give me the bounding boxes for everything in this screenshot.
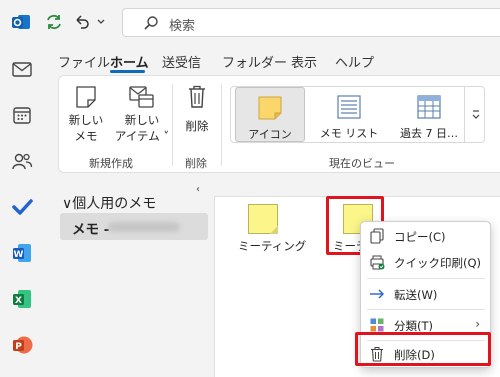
view-note-list-option[interactable]: メモ リスト bbox=[311, 87, 387, 142]
grid-view-icon bbox=[417, 95, 441, 119]
new-note-label-1: 新しい bbox=[68, 113, 104, 127]
search-placeholder: 検索 bbox=[169, 19, 196, 34]
tab-view[interactable]: 表示 bbox=[291, 52, 317, 71]
todo-icon[interactable] bbox=[11, 196, 33, 218]
categorize-icon bbox=[370, 318, 384, 332]
menu-item-label: コピー(C) bbox=[394, 230, 446, 244]
chevron-down-icon[interactable] bbox=[96, 17, 106, 27]
menu-separator bbox=[367, 278, 485, 279]
tab-file[interactable]: ファイル bbox=[58, 52, 110, 71]
highlight-delete bbox=[355, 332, 491, 366]
tab-folder[interactable]: フォルダー bbox=[222, 52, 287, 71]
delete-label: 削除 bbox=[185, 119, 209, 133]
outlook-logo-icon[interactable] bbox=[11, 12, 31, 32]
new-note-icon bbox=[76, 86, 96, 108]
svg-text:W: W bbox=[14, 250, 24, 260]
view-note-list-label: メモ リスト bbox=[319, 127, 379, 140]
powerpoint-icon[interactable]: P bbox=[11, 334, 33, 356]
sticky-note-icon bbox=[258, 96, 282, 120]
expand-gallery-icon bbox=[472, 109, 479, 119]
menu-item-label: クイック印刷(Q) bbox=[394, 256, 482, 270]
forward-arrow-icon bbox=[370, 289, 384, 299]
group-current-view-label: 現在のビュー bbox=[329, 157, 395, 170]
view-icon-option[interactable]: アイコン bbox=[235, 87, 305, 142]
undo-icon[interactable] bbox=[72, 12, 92, 32]
svg-text:X: X bbox=[15, 296, 22, 306]
tab-help[interactable]: ヘルプ bbox=[335, 52, 374, 71]
svg-text:P: P bbox=[15, 342, 22, 352]
folder-notes-label: メモ - bbox=[72, 222, 110, 238]
new-note-button[interactable]: 新しい メモ bbox=[65, 82, 107, 148]
list-view-icon bbox=[337, 95, 361, 119]
group-new-label: 新規作成 bbox=[89, 157, 133, 170]
delete-button[interactable]: 削除 bbox=[178, 82, 216, 142]
chevron-right-icon: › bbox=[475, 317, 480, 331]
menu-item-forward[interactable]: 転送(W) bbox=[361, 281, 490, 307]
search-icon bbox=[144, 16, 158, 30]
copy-icon bbox=[370, 228, 384, 244]
active-tab-indicator bbox=[110, 70, 145, 73]
view-gallery: アイコン メモ リスト 過去 7 日… bbox=[230, 86, 485, 143]
sync-icon[interactable] bbox=[44, 12, 64, 32]
excel-icon[interactable]: X bbox=[11, 288, 33, 310]
new-item-label-1: 新しい bbox=[124, 113, 160, 127]
ribbon-divider bbox=[172, 84, 173, 166]
menu-separator bbox=[367, 309, 485, 310]
collapse-pane-button[interactable]: ‹ bbox=[196, 184, 200, 195]
new-item-button[interactable]: 新しい アイテム ˅ bbox=[113, 82, 171, 148]
view-last-7-days-option[interactable]: 過去 7 日… bbox=[391, 87, 467, 142]
trash-icon bbox=[189, 85, 205, 108]
app-bar: W X P bbox=[0, 44, 44, 377]
quick-print-icon bbox=[370, 255, 385, 270]
note-item-label[interactable]: ミーティング bbox=[238, 238, 306, 254]
my-notes-header[interactable]: ∨個人用のメモ bbox=[62, 193, 156, 213]
tab-send-receive[interactable]: 送受信 bbox=[162, 52, 201, 71]
note-item-icon[interactable] bbox=[248, 204, 278, 234]
word-icon[interactable]: W bbox=[11, 242, 33, 264]
mail-icon[interactable] bbox=[11, 58, 33, 80]
people-icon[interactable] bbox=[11, 150, 33, 172]
menu-item-copy[interactable]: コピー(C) bbox=[361, 223, 490, 249]
view-last-7-days-label: 過去 7 日… bbox=[400, 127, 458, 140]
new-item-icon bbox=[129, 86, 154, 108]
group-delete-label: 削除 bbox=[185, 157, 207, 170]
ribbon: 新しい メモ 新しい アイテム ˅ 削除 アイコン メモ リスト 過去 7 日…… bbox=[58, 75, 500, 173]
search-input[interactable]: 検索 bbox=[122, 8, 500, 37]
gallery-expand-button[interactable] bbox=[464, 86, 486, 143]
new-item-label-2: アイテム ˅ bbox=[114, 129, 170, 143]
redacted-account bbox=[108, 222, 180, 232]
new-note-label-2: メモ bbox=[74, 129, 98, 143]
ribbon-divider bbox=[221, 84, 222, 166]
folder-notes[interactable]: メモ - bbox=[60, 213, 208, 240]
tab-home[interactable]: ホーム bbox=[110, 52, 149, 71]
menu-item-quick-print[interactable]: クイック印刷(Q) bbox=[361, 249, 490, 275]
title-bar: 検索 bbox=[0, 0, 500, 44]
calendar-icon[interactable] bbox=[11, 104, 33, 126]
view-icon-label: アイコン bbox=[248, 128, 292, 141]
menu-item-label: 転送(W) bbox=[394, 288, 438, 302]
